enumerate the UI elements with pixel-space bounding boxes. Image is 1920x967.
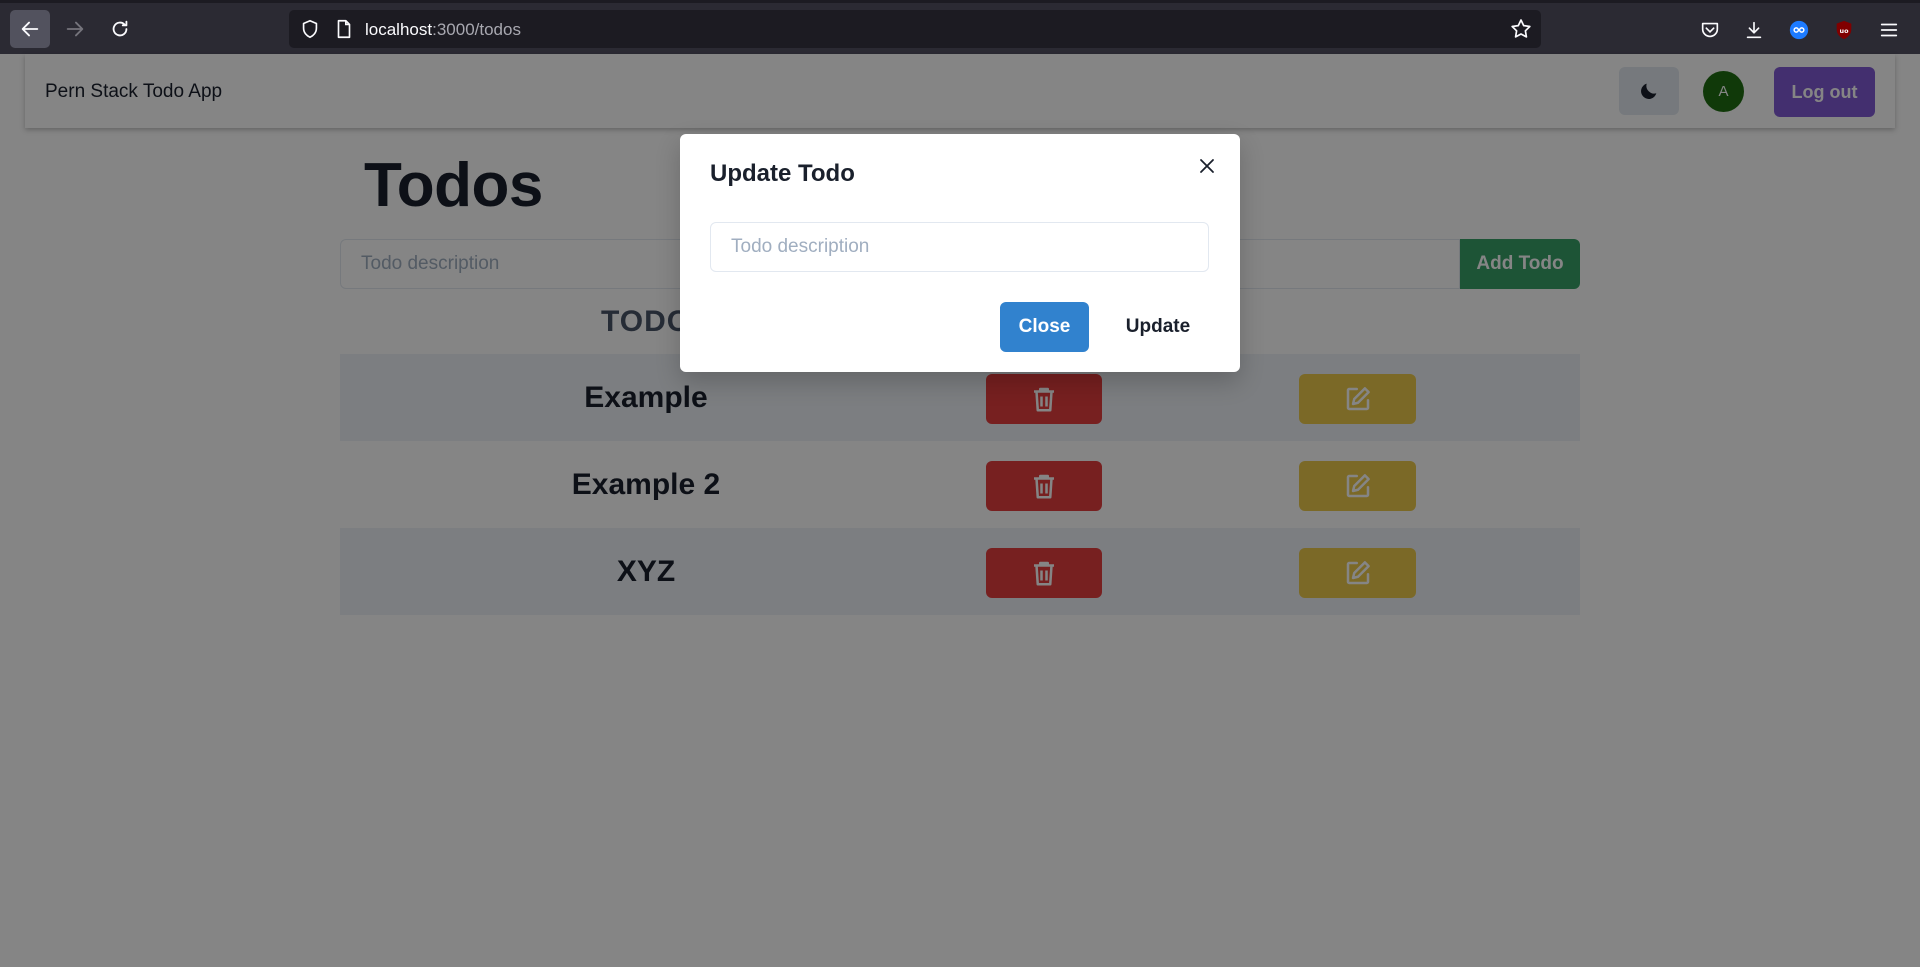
star-icon[interactable] bbox=[1509, 17, 1533, 41]
modal-todo-input[interactable]: Todo description bbox=[710, 222, 1209, 272]
back-arrow-icon bbox=[21, 21, 39, 37]
reload-icon bbox=[112, 20, 128, 37]
ublock-icon: uo bbox=[1836, 20, 1852, 40]
reload-button[interactable] bbox=[100, 10, 140, 48]
download-icon bbox=[1746, 21, 1762, 39]
shield-icon[interactable] bbox=[299, 18, 321, 40]
url-text[interactable]: localhost:3000/todos bbox=[365, 20, 521, 40]
forward-button[interactable] bbox=[55, 10, 95, 48]
pocket-icon bbox=[1701, 22, 1719, 38]
modal-title: Update Todo bbox=[710, 160, 855, 187]
downloads-button[interactable] bbox=[1742, 18, 1766, 42]
extension-button[interactable] bbox=[1787, 18, 1811, 42]
url-path: :3000/todos bbox=[432, 20, 521, 39]
pocket-button[interactable] bbox=[1698, 18, 1722, 42]
svg-text:uo: uo bbox=[1840, 27, 1850, 35]
menu-icon bbox=[1880, 23, 1898, 37]
page-icon[interactable] bbox=[333, 18, 355, 40]
back-button[interactable] bbox=[10, 10, 50, 48]
modal-close-button[interactable]: Close bbox=[1000, 302, 1089, 352]
browser-toolbar: localhost:3000/todos uo bbox=[0, 0, 1920, 54]
forward-arrow-icon bbox=[66, 21, 84, 37]
extension-icon bbox=[1789, 20, 1809, 40]
menu-button[interactable] bbox=[1877, 18, 1901, 42]
modal-update-button[interactable]: Update bbox=[1105, 302, 1211, 352]
url-host: localhost bbox=[365, 20, 433, 39]
update-todo-modal: Update Todo Todo description Close Updat… bbox=[680, 134, 1240, 372]
url-bar[interactable]: localhost:3000/todos bbox=[289, 10, 1541, 48]
close-icon bbox=[1200, 159, 1214, 173]
modal-close-x-button[interactable] bbox=[1192, 151, 1222, 181]
ublock-button[interactable]: uo bbox=[1832, 18, 1856, 42]
